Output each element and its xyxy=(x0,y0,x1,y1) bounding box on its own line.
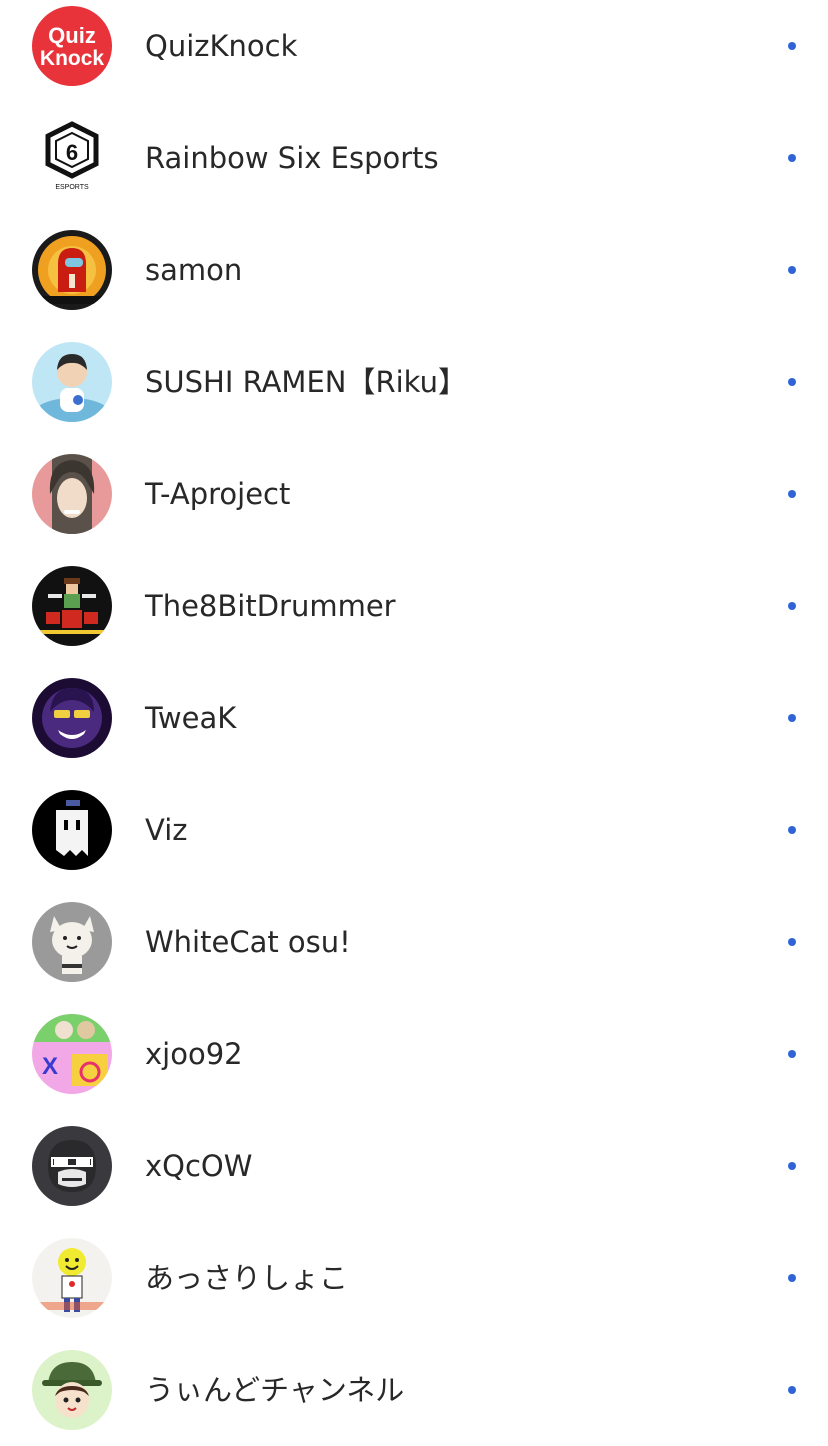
channel-name: xQcOW xyxy=(145,1149,253,1183)
channel-avatar[interactable] xyxy=(32,230,112,310)
channel-name: xjoo92 xyxy=(145,1037,243,1071)
channel-row-samon[interactable]: samon xyxy=(0,214,828,326)
channel-avatar[interactable] xyxy=(32,1126,112,1206)
anime-character-avatar-icon xyxy=(32,454,112,534)
quizknock-logo-icon: Quiz Knock xyxy=(32,6,112,86)
channel-row-whitecat-osu[interactable]: WhiteCat osu! xyxy=(0,886,828,998)
channel-name: The8BitDrummer xyxy=(145,589,396,623)
new-content-dot xyxy=(788,1050,796,1058)
new-content-dot xyxy=(788,714,796,722)
channel-avatar[interactable] xyxy=(32,454,112,534)
channel-avatar[interactable] xyxy=(32,342,112,422)
person-photo-avatar-icon xyxy=(32,342,112,422)
channel-row-the8bitdrummer[interactable]: The8BitDrummer xyxy=(0,550,828,662)
channel-avatar[interactable] xyxy=(32,566,112,646)
channel-row-wind-channel[interactable]: うぃんどチャンネル xyxy=(0,1334,828,1446)
new-content-dot xyxy=(788,602,796,610)
purple-character-avatar-icon xyxy=(32,678,112,758)
channel-avatar[interactable]: 6 ESPORTS xyxy=(32,118,112,198)
ghost-avatar-icon xyxy=(32,790,112,870)
channel-row-viz[interactable]: Viz xyxy=(0,774,828,886)
pixel-drummer-avatar-icon xyxy=(32,566,112,646)
crewmate-avatar-icon xyxy=(32,230,112,310)
white-cat-avatar-icon xyxy=(32,902,112,982)
yellow-character-avatar-icon xyxy=(32,1238,112,1318)
channel-name: SUSHI RAMEN【Riku】 xyxy=(145,365,467,399)
channel-name: Viz xyxy=(145,813,188,847)
channel-avatar[interactable]: Quiz Knock xyxy=(32,6,112,86)
collage-avatar-icon: X xyxy=(32,1014,112,1094)
channel-avatar[interactable] xyxy=(32,902,112,982)
channel-name: T-Aproject xyxy=(145,477,291,511)
new-content-dot xyxy=(788,1274,796,1282)
channel-name: QuizKnock xyxy=(145,29,298,63)
channel-avatar[interactable]: X xyxy=(32,1014,112,1094)
avatar-logo-text-1: X xyxy=(42,1053,58,1080)
new-content-dot xyxy=(788,154,796,162)
new-content-dot xyxy=(788,1162,796,1170)
channel-name: うぃんどチャンネル xyxy=(145,1373,405,1407)
gorilla-avatar-icon xyxy=(32,1126,112,1206)
rainbow-six-logo-icon: 6 ESPORTS xyxy=(32,118,112,198)
channel-name: WhiteCat osu! xyxy=(145,925,351,959)
new-content-dot xyxy=(788,938,796,946)
channel-avatar[interactable] xyxy=(32,1350,112,1430)
new-content-dot xyxy=(788,378,796,386)
channel-row-rainbow-six-esports[interactable]: 6 ESPORTS Rainbow Six Esports xyxy=(0,102,828,214)
new-content-dot xyxy=(788,490,796,498)
channel-name: samon xyxy=(145,253,243,287)
channel-avatar[interactable] xyxy=(32,678,112,758)
new-content-dot xyxy=(788,42,796,50)
channel-name: Rainbow Six Esports xyxy=(145,141,439,175)
channel-row-t-aproject[interactable]: T-Aproject xyxy=(0,438,828,550)
channel-row-quizknock[interactable]: Quiz Knock QuizKnock xyxy=(0,0,828,102)
green-cap-character-avatar-icon xyxy=(32,1350,112,1430)
avatar-logo-text-1: Quiz xyxy=(48,23,96,48)
channel-name: あっさりしょこ xyxy=(145,1261,349,1295)
channel-avatar[interactable] xyxy=(32,1238,112,1318)
new-content-dot xyxy=(788,266,796,274)
new-content-dot xyxy=(788,826,796,834)
channel-avatar[interactable] xyxy=(32,790,112,870)
channel-row-sushi-ramen-riku[interactable]: SUSHI RAMEN【Riku】 xyxy=(0,326,828,438)
channel-row-assari-shoko[interactable]: あっさりしょこ xyxy=(0,1222,828,1334)
avatar-logo-text-2: Knock xyxy=(40,47,105,70)
channel-row-xqcow[interactable]: xQcOW xyxy=(0,1110,828,1222)
channel-name: TweaK xyxy=(145,701,237,735)
channel-row-xjoo92[interactable]: X xjoo92 xyxy=(0,998,828,1110)
avatar-logo-text-1: 6 xyxy=(66,140,78,165)
new-content-dot xyxy=(788,1386,796,1394)
avatar-logo-text-2: ESPORTS xyxy=(55,184,89,191)
channel-row-tweak[interactable]: TweaK xyxy=(0,662,828,774)
subscriptions-channel-list: Quiz Knock QuizKnock 6 ESPORTS Rainbow S… xyxy=(0,0,828,1446)
